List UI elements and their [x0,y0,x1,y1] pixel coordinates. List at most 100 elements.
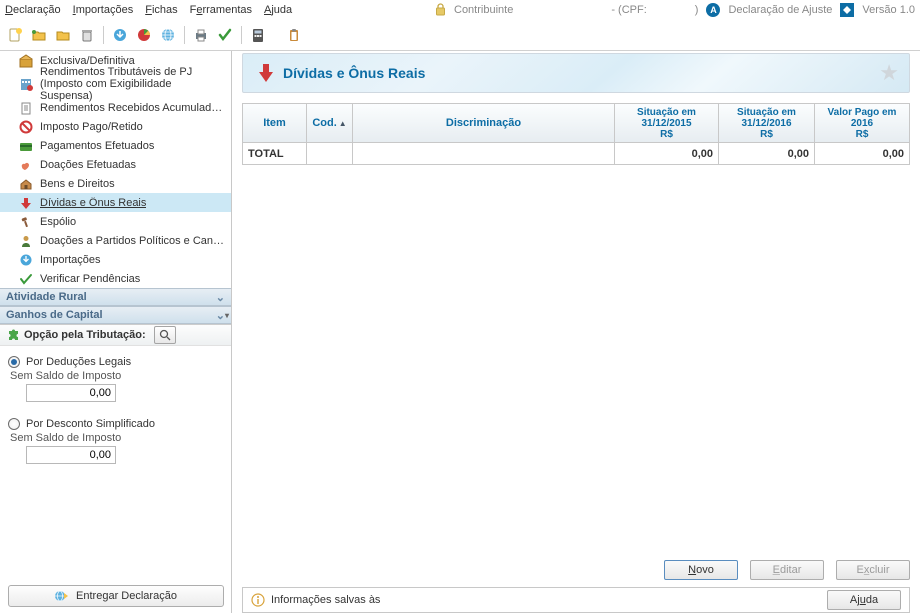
card-icon [18,138,34,154]
cpf-label: - (CPF: [611,4,646,16]
menu-ferramentas[interactable]: Ferramentas [190,4,252,16]
th-discriminacao[interactable]: Discriminação [353,104,615,142]
radio-deducoes[interactable]: Por Deduções Legais [8,356,225,368]
lock-icon [435,3,446,16]
main-area: Exclusiva/Definitiva Rendimentos Tributá… [0,50,920,613]
toolbar-clipboard-icon[interactable] [284,25,304,45]
sem-saldo-2: Sem Saldo de Imposto [10,432,225,444]
versao-icon [840,3,854,17]
accordion-label: Atividade Rural [6,291,87,303]
sidebar-item-doacoes-partidos[interactable]: Doações a Partidos Políticos e Candidato… [0,231,231,250]
sidebar-item-importacoes[interactable]: Importações [0,250,231,269]
box-icon [18,53,34,69]
editar-button[interactable]: Editar [750,560,824,580]
toolbar-check-icon[interactable] [215,25,235,45]
sem-saldo-1: Sem Saldo de Imposto [10,370,225,382]
td-item: TOTAL [243,142,307,164]
favorite-star-icon[interactable]: ★ [879,60,899,86]
sidebar-item-dividas[interactable]: Dívidas e Ônus Reais [0,193,231,212]
data-table: Item Cod.▲ Discriminação Situação em31/1… [242,103,910,165]
toolbar-globe-icon[interactable] [158,25,178,45]
toolbar-import-icon[interactable] [110,25,130,45]
entregar-declaracao-button[interactable]: Entregar Declaração [8,585,224,607]
th-cod[interactable]: Cod.▲ [307,104,353,142]
table-row-total: TOTAL 0,00 0,00 0,00 [243,142,909,164]
toolbar-pie-icon[interactable] [134,25,154,45]
sidebar-item-verificar[interactable]: Verificar Pendências [0,269,231,288]
radio-icon [8,418,20,430]
radio-label: Por Deduções Legais [26,356,131,368]
no-icon [18,119,34,135]
nav-label: Doações Efetuadas [40,159,136,171]
puzzle-icon [6,328,20,342]
toolbar-delete-icon[interactable] [77,25,97,45]
hands-icon [18,157,34,173]
accordion-ganhos-capital[interactable]: Ganhos de Capital⌄▾ [0,306,231,324]
sidebar-item-rendimentos-pj[interactable]: Rendimentos Tributáveis de PJ (Imposto c… [0,70,231,98]
menu-right: Contribuinte - (CPF: ) A Declaração de A… [435,3,915,17]
nav-label: Rendimentos Tributáveis de PJ (Imposto c… [40,66,225,102]
sidebar-item-espolio[interactable]: Espólio [0,212,231,231]
gavel-icon [18,214,34,230]
opcao-search-button[interactable] [154,326,176,344]
table-header-row: Item Cod.▲ Discriminação Situação em31/1… [243,104,909,142]
opcao-tributacao-header: Opção pela Tributação: [0,324,231,346]
toolbar [0,20,920,48]
person-icon [18,233,34,249]
novo-button[interactable]: Novo [664,560,738,580]
info-icon [251,593,265,607]
th-item[interactable]: Item [243,104,307,142]
accordion-label: Ganhos de Capital [6,309,103,321]
panel-title: Dívidas e Ônus Reais [283,65,425,81]
th-valor-pago[interactable]: Valor Pago em2016R$ [815,104,909,142]
menu-fichas[interactable]: Fichas [145,4,177,16]
entregar-label: Entregar Declaração [76,590,177,602]
toolbar-sep3 [241,26,242,44]
nav-label: Bens e Direitos [40,178,115,190]
sidebar-item-doacoes-efetuadas[interactable]: Doações Efetuadas [0,155,231,174]
sort-asc-icon: ▲ [339,119,347,128]
toolbar-calc-icon[interactable] [248,25,268,45]
expand-handle-icon[interactable]: ▾ [223,311,231,320]
declaracao-ajuste-label: Declaração de Ajuste [728,4,832,16]
menu-ajuda[interactable]: Ajuda [264,4,292,16]
statusbar: Informações salvas às Ajuda [242,587,910,613]
opcao-label: Opção pela Tributação: [24,329,146,341]
sidebar-item-rendimentos-acum[interactable]: Rendimentos Recebidos Acumuladamente [0,98,231,117]
content-area: Dívidas e Ônus Reais ★ Item Cod.▲ Discri… [232,51,920,613]
nav-label: Rendimentos Recebidos Acumuladamente [40,102,225,114]
nav-label: Exclusiva/Definitiva [40,55,135,67]
toolbar-sep2 [184,26,185,44]
sidebar-item-imposto-pago[interactable]: Imposto Pago/Retido [0,117,231,136]
ajuda-button[interactable]: Ajuda [827,590,901,610]
globe-arrow-icon [54,588,70,604]
import-icon [18,252,34,268]
toolbar-print-icon[interactable] [191,25,211,45]
toolbar-new-icon[interactable] [5,25,25,45]
building-icon [18,76,34,92]
nav-list: Exclusiva/Definitiva Rendimentos Tributá… [0,51,231,288]
excluir-button[interactable]: Excluir [836,560,910,580]
toolbar-open-icon[interactable] [29,25,49,45]
menu-importacoes[interactable]: Importações [73,4,134,16]
td-cod [307,142,353,164]
down-arrow-icon [18,195,34,211]
th-situacao-2016[interactable]: Situação em31/12/2016R$ [719,104,815,142]
ajuste-badge-icon: A [706,3,720,17]
deducoes-value-input[interactable] [26,384,116,402]
menu-declaracao[interactable]: DDeclaraçãoeclaração [5,4,61,16]
radio-desconto[interactable]: Por Desconto Simplificado [8,418,225,430]
status-text: Informações salvas às [271,594,380,606]
sidebar-item-bens[interactable]: Bens e Direitos [0,174,231,193]
sidebar-item-pagamentos[interactable]: Pagamentos Efetuados [0,136,231,155]
accordion-atividade-rural[interactable]: Atividade Rural⌄ [0,288,231,306]
nav-label: Pagamentos Efetuados [40,140,154,152]
desconto-value-input[interactable] [26,446,116,464]
nav-label: Imposto Pago/Retido [40,121,143,133]
th-situacao-2015[interactable]: Situação em31/12/2015R$ [615,104,719,142]
down-arrow-icon [255,61,277,85]
cpf-close: ) [695,4,699,16]
empty-area [242,165,920,555]
toolbar-sep [103,26,104,44]
toolbar-folder-icon[interactable] [53,25,73,45]
